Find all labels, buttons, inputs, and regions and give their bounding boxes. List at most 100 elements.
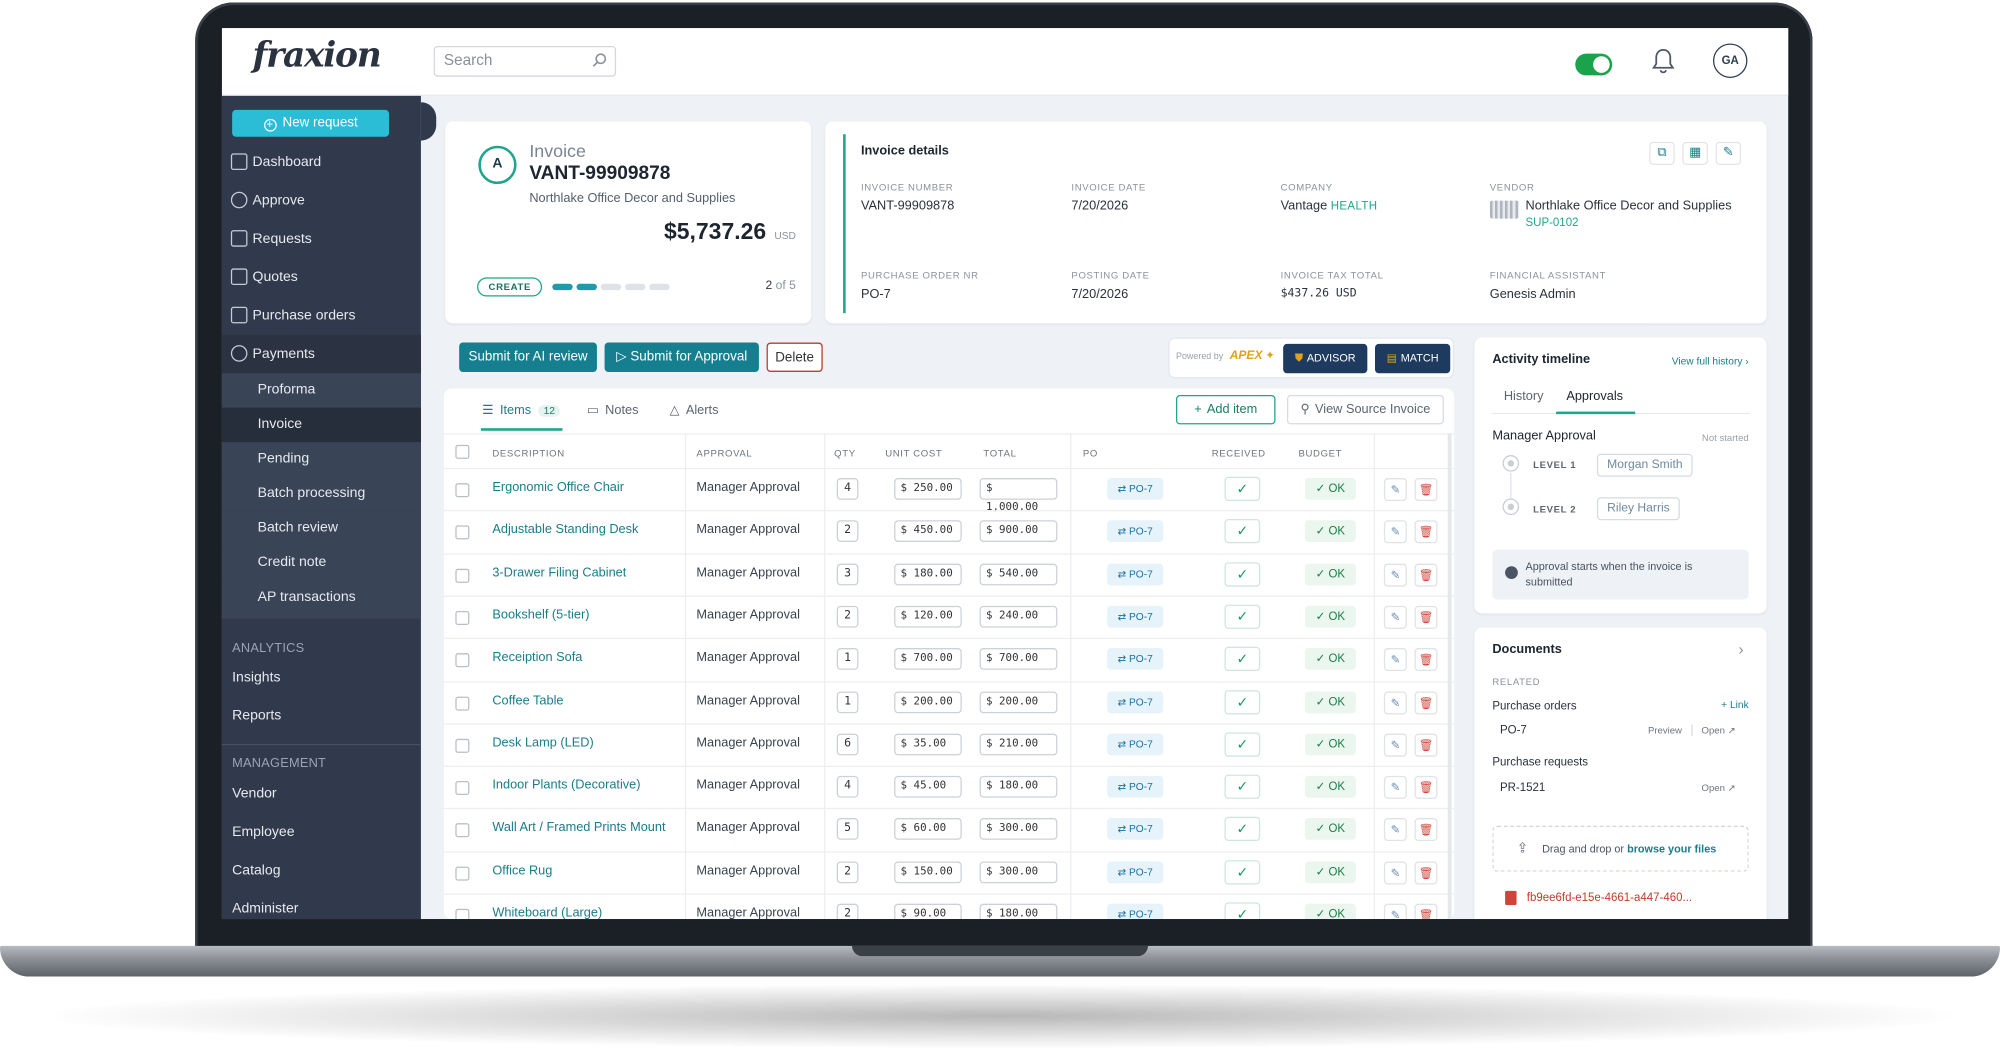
item-description[interactable]: Coffee Table <box>492 693 563 707</box>
item-qty[interactable]: 2 <box>836 903 859 920</box>
item-description[interactable]: Desk Lamp (LED) <box>492 736 593 750</box>
advisor-button[interactable]: ⛊ ADVISOR <box>1283 343 1368 374</box>
edit-icon[interactable]: ✎ <box>1715 141 1742 165</box>
delete-row-icon[interactable]: 🗑 <box>1414 903 1438 920</box>
row-checkbox[interactable] <box>455 525 470 540</box>
row-checkbox[interactable] <box>455 483 470 498</box>
item-unit-cost[interactable]: $ 700.00 <box>894 648 962 671</box>
received-check-icon[interactable]: ✓ <box>1224 817 1261 842</box>
user-avatar[interactable]: GA <box>1712 43 1748 78</box>
table-row[interactable]: Bookshelf (5-tier) Manager Approval 2 $ 120… <box>443 595 1455 638</box>
new-request-button[interactable]: + New request <box>232 109 390 137</box>
search-input[interactable]: Search <box>433 46 617 77</box>
received-check-icon[interactable]: ✓ <box>1224 476 1261 502</box>
sidebar-collapse-handle[interactable] <box>420 102 437 141</box>
item-description[interactable]: Adjustable Standing Desk <box>492 523 638 537</box>
item-unit-cost[interactable]: $ 60.00 <box>894 818 962 841</box>
table-row[interactable]: Office Rug Manager Approval 2 $ 150.00 $ 300… <box>443 850 1455 893</box>
sidebar-subitem-ap-transactions[interactable]: AP transactions <box>221 580 421 619</box>
row-checkbox[interactable] <box>455 610 470 625</box>
theme-toggle[interactable] <box>1575 53 1613 76</box>
row-checkbox[interactable] <box>455 823 470 838</box>
row-checkbox[interactable] <box>455 653 470 668</box>
edit-row-icon[interactable]: ✎ <box>1383 733 1407 757</box>
edit-row-icon[interactable]: ✎ <box>1383 605 1407 629</box>
sidebar-subitem-batch-processing[interactable]: Batch processing <box>221 476 421 512</box>
sidebar-item-requests[interactable]: Requests <box>222 220 421 258</box>
item-description[interactable]: Whiteboard (Large) <box>492 906 602 919</box>
vendor-code[interactable]: SUP-0102 <box>1525 216 1578 229</box>
received-check-icon[interactable]: ✓ <box>1224 774 1261 799</box>
delete-row-icon[interactable]: 🗑 <box>1414 775 1438 799</box>
level-1-approver[interactable]: Morgan Smith <box>1596 453 1693 477</box>
table-row[interactable]: Coffee Table Manager Approval 1 $ 200.00 $ 2… <box>443 680 1455 723</box>
table-row[interactable]: Desk Lamp (LED) Manager Approval 6 $ 35.00 $… <box>443 723 1455 765</box>
delete-button[interactable]: Delete <box>766 342 823 372</box>
row-checkbox[interactable] <box>455 866 470 881</box>
sidebar-item-quotes[interactable]: Quotes <box>222 258 421 296</box>
item-description[interactable]: Receiption Sofa <box>492 651 582 665</box>
item-qty[interactable]: 6 <box>836 733 859 756</box>
table-row[interactable]: Receiption Sofa Manager Approval 1 $ 700.00… <box>443 638 1455 680</box>
item-qty[interactable]: 4 <box>836 775 859 798</box>
item-description[interactable]: 3-Drawer Filing Cabinet <box>492 566 626 580</box>
item-po-link[interactable]: ⇄ PO-7 <box>1107 648 1164 671</box>
received-check-icon[interactable]: ✓ <box>1224 604 1261 629</box>
row-checkbox[interactable] <box>455 695 470 711</box>
received-check-icon[interactable]: ✓ <box>1224 647 1261 672</box>
tab-approvals[interactable]: Approvals <box>1566 390 1623 404</box>
item-description[interactable]: Ergonomic Office Chair <box>492 481 624 495</box>
delete-row-icon[interactable]: 🗑 <box>1414 605 1438 629</box>
sidebar-item-purchase-orders[interactable]: Purchase orders <box>222 297 421 335</box>
item-po-link[interactable]: ⇄ PO-7 <box>1107 818 1164 841</box>
item-description[interactable]: Indoor Plants (Decorative) <box>492 779 640 793</box>
received-check-icon[interactable]: ✓ <box>1224 732 1261 757</box>
item-po-link[interactable]: ⇄ PO-7 <box>1107 520 1164 543</box>
delete-row-icon[interactable]: 🗑 <box>1414 520 1438 544</box>
link-po-button[interactable]: + Link <box>1721 699 1749 711</box>
table-row[interactable]: Adjustable Standing Desk Manager Approval… <box>443 510 1455 552</box>
delete-row-icon[interactable]: 🗑 <box>1414 733 1438 757</box>
table-row[interactable]: Ergonomic Office Chair Manager Approval 4 $… <box>443 467 1455 514</box>
delete-row-icon[interactable]: 🗑 <box>1414 478 1438 502</box>
item-unit-cost[interactable]: $ 150.00 <box>894 861 962 883</box>
level-2-approver[interactable]: Riley Harris <box>1596 497 1680 521</box>
item-qty[interactable]: 1 <box>836 690 859 713</box>
edit-row-icon[interactable]: ✎ <box>1383 861 1407 885</box>
bell-icon[interactable] <box>1650 47 1676 75</box>
item-po-link[interactable]: ⇄ PO-7 <box>1107 861 1164 883</box>
item-qty[interactable]: 1 <box>836 648 859 671</box>
item-unit-cost[interactable]: $ 90.00 <box>894 903 962 920</box>
edit-row-icon[interactable]: ✎ <box>1383 690 1407 714</box>
edit-row-icon[interactable]: ✎ <box>1383 520 1407 544</box>
table-scrollbar[interactable] <box>1447 433 1452 920</box>
item-unit-cost[interactable]: $ 120.00 <box>894 605 962 628</box>
preview-po-link[interactable]: Preview <box>1648 725 1682 737</box>
edit-row-icon[interactable]: ✎ <box>1383 478 1407 502</box>
grid-icon[interactable]: ▦ <box>1682 141 1708 165</box>
sidebar-subitem-pending[interactable]: Pending <box>221 442 421 477</box>
sidebar-subitem-invoice[interactable]: Invoice <box>221 407 421 443</box>
app-logo[interactable]: fraxion <box>253 36 382 76</box>
item-qty[interactable]: 2 <box>836 520 859 543</box>
item-unit-cost[interactable]: $ 450.00 <box>894 520 962 543</box>
received-check-icon[interactable]: ✓ <box>1224 689 1261 714</box>
item-unit-cost[interactable]: $ 250.00 <box>894 478 962 500</box>
tab-items[interactable]: ☰ Items 12 <box>482 404 561 418</box>
sidebar-item-payments[interactable]: Payments <box>221 334 421 374</box>
item-qty[interactable]: 3 <box>836 563 859 585</box>
edit-row-icon[interactable]: ✎ <box>1383 775 1407 799</box>
item-po-link[interactable]: ⇄ PO-7 <box>1107 733 1164 756</box>
row-checkbox[interactable] <box>455 738 470 753</box>
sidebar-item-employee[interactable]: Employee <box>232 824 294 839</box>
item-po-link[interactable]: ⇄ PO-7 <box>1107 478 1164 500</box>
edit-row-icon[interactable]: ✎ <box>1383 818 1407 842</box>
sidebar-item-approve[interactable]: Approve <box>222 182 421 220</box>
item-po-link[interactable]: ⇄ PO-7 <box>1107 690 1164 713</box>
edit-row-icon[interactable]: ✎ <box>1383 648 1407 672</box>
table-row[interactable]: Indoor Plants (Decorative) Manager Approv… <box>443 765 1455 808</box>
item-qty[interactable]: 5 <box>836 818 859 841</box>
received-check-icon[interactable]: ✓ <box>1224 859 1261 885</box>
received-check-icon[interactable]: ✓ <box>1224 902 1261 920</box>
table-row[interactable]: Whiteboard (Large) Manager Approval 2 $ 90.… <box>443 893 1455 920</box>
